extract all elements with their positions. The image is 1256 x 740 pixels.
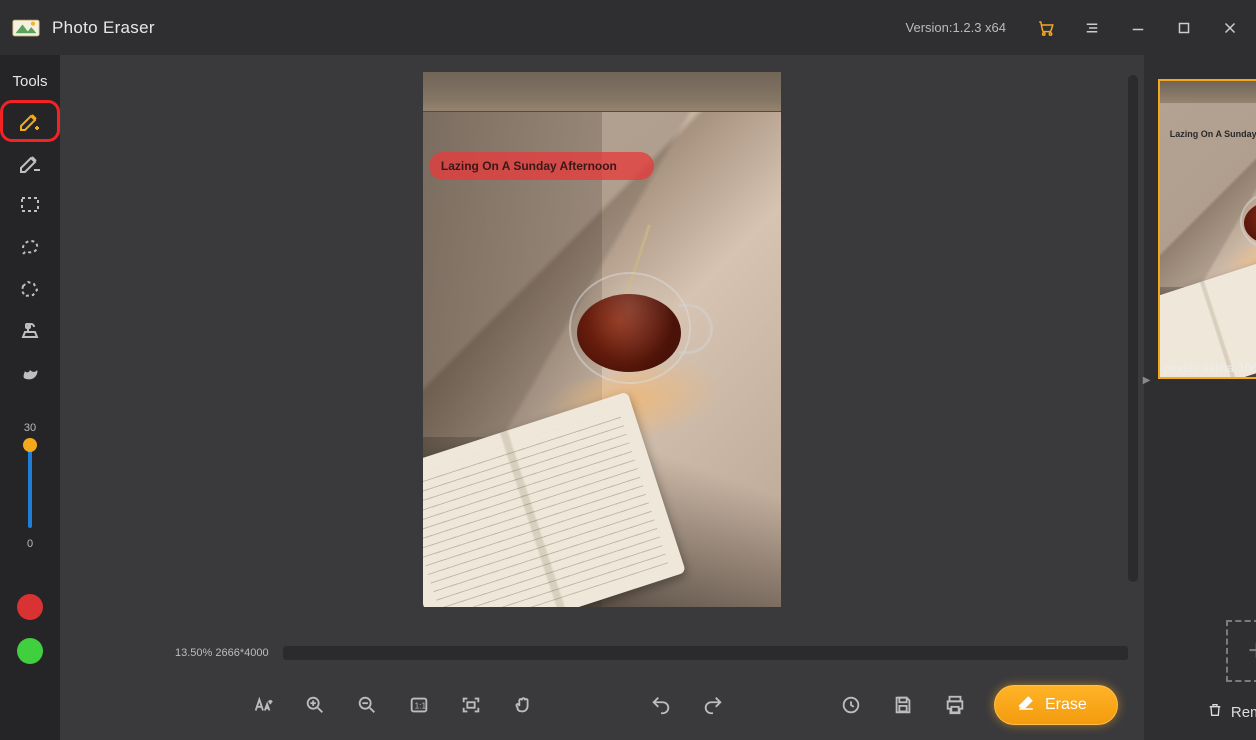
swatch-mark-color[interactable]: [17, 594, 43, 620]
tool-poly-lasso[interactable]: [0, 268, 60, 310]
erase-button[interactable]: Erase: [994, 685, 1118, 725]
thumbnail-card[interactable]: Lazing On A Sunday Afternoon pexels-sali…: [1158, 79, 1256, 379]
tool-lasso[interactable]: [0, 226, 60, 268]
fit-screen-icon[interactable]: [458, 692, 484, 718]
tools-sidebar: Tools 30 0: [0, 55, 60, 740]
zoom-in-icon[interactable]: [302, 692, 328, 718]
minimize-button[interactable]: [1124, 14, 1152, 42]
bottom-toolbar: 1:1: [60, 670, 1144, 740]
remove-all-label: Remove All: [1231, 704, 1256, 721]
maximize-button[interactable]: [1170, 14, 1198, 42]
canvas-area: Lazing On A Sunday Afternoon 13.50% 2666…: [60, 55, 1144, 740]
right-sidebar: Lazing On A Sunday Afternoon pexels-sali…: [1144, 55, 1256, 740]
history-icon[interactable]: [838, 692, 864, 718]
trash-icon: [1207, 702, 1223, 722]
actual-size-icon[interactable]: 1:1: [406, 692, 432, 718]
save-icon[interactable]: [890, 692, 916, 718]
photo-caption-text: Lazing On A Sunday Afternoon: [441, 159, 617, 173]
collapse-caret-icon[interactable]: ▶: [1143, 375, 1151, 386]
viewport[interactable]: Lazing On A Sunday Afternoon: [60, 55, 1144, 642]
tool-remove-brush[interactable]: [0, 142, 60, 184]
app-logo-icon: [12, 17, 40, 39]
erase-selection-stroke[interactable]: Lazing On A Sunday Afternoon: [429, 152, 654, 180]
title-bar: Photo Eraser Version:1.2.3 x64: [0, 0, 1256, 55]
photo-canvas[interactable]: Lazing On A Sunday Afternoon: [423, 72, 781, 607]
pan-hand-icon[interactable]: [510, 692, 536, 718]
slider-thumb[interactable]: [23, 438, 37, 452]
tool-rect-select[interactable]: [0, 184, 60, 226]
text-size-icon[interactable]: [250, 692, 276, 718]
close-button[interactable]: [1216, 14, 1244, 42]
remove-all-button[interactable]: Remove All: [1207, 702, 1256, 722]
plus-icon: +: [1248, 634, 1256, 668]
tools-title: Tools: [12, 73, 47, 90]
app-title: Photo Eraser: [52, 18, 155, 38]
tool-clone-stamp[interactable]: [0, 310, 60, 352]
tool-smudge[interactable]: [0, 352, 60, 394]
thumbnail-caption: Lazing On A Sunday Afternoon: [1170, 129, 1256, 139]
swatch-protect-color[interactable]: [17, 638, 43, 664]
zoom-dimensions-label: 13.50% 2666*4000: [175, 647, 269, 659]
cart-icon[interactable]: [1032, 14, 1060, 42]
brush-size-value: 30: [24, 422, 36, 434]
menu-icon[interactable]: [1078, 14, 1106, 42]
vertical-scrollbar[interactable]: [1128, 75, 1138, 582]
brush-size-min: 0: [27, 538, 33, 550]
add-image-button[interactable]: +: [1226, 620, 1256, 682]
print-icon[interactable]: [942, 692, 968, 718]
zoom-out-icon[interactable]: [354, 692, 380, 718]
tool-add-brush[interactable]: [0, 100, 60, 142]
horizontal-scrollbar[interactable]: [283, 646, 1128, 660]
brush-size-slider[interactable]: 30 0: [24, 422, 36, 550]
undo-icon[interactable]: [648, 692, 674, 718]
svg-text:1:1: 1:1: [415, 702, 427, 711]
version-label: Version:1.2.3 x64: [906, 20, 1006, 35]
eraser-icon: [1017, 694, 1035, 717]
redo-icon[interactable]: [700, 692, 726, 718]
erase-label: Erase: [1045, 696, 1087, 714]
thumbnail-filename: pexels-saliha-10651558 (1).jpg: [1164, 361, 1256, 375]
